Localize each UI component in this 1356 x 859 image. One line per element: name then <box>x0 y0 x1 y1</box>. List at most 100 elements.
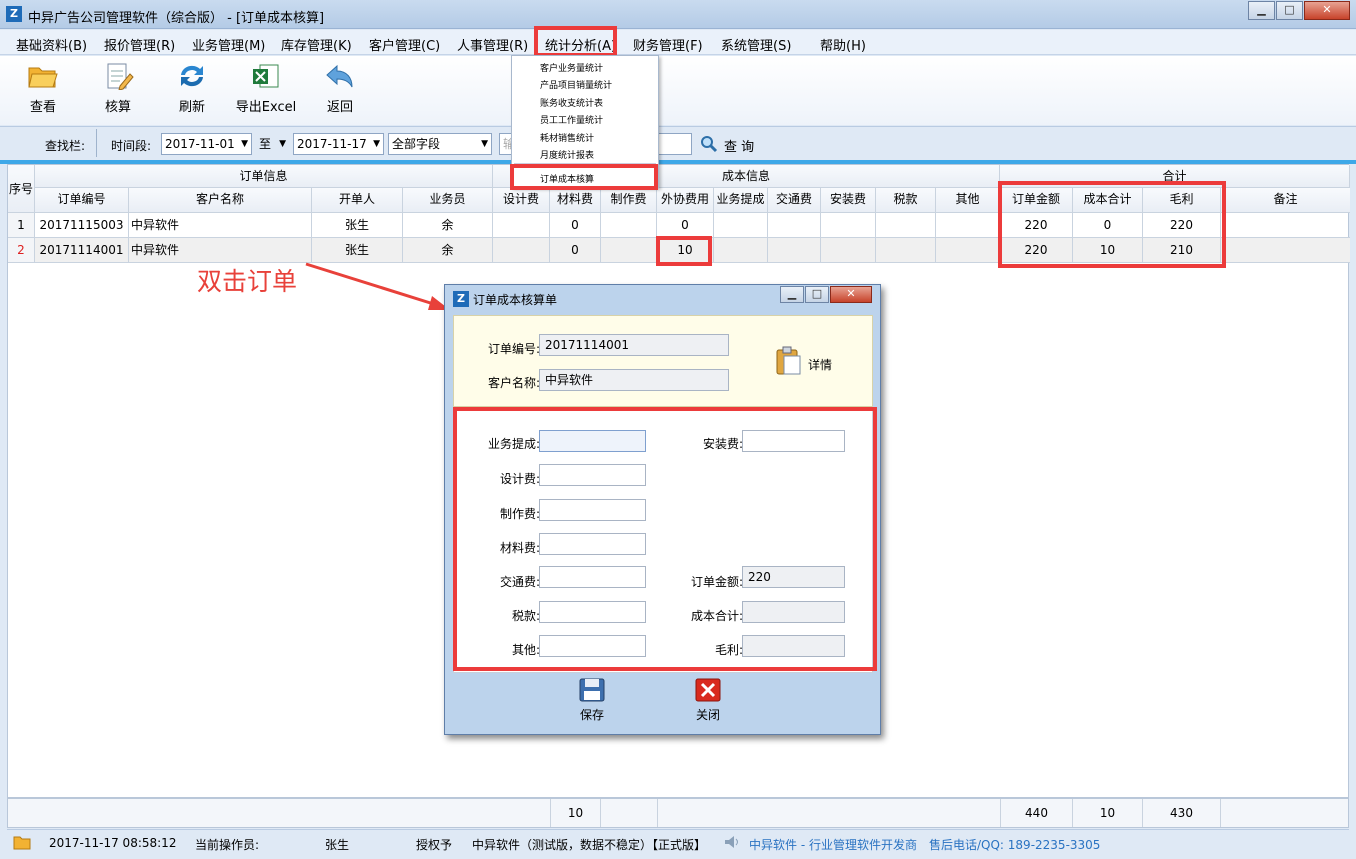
total-outsource: 10 <box>550 799 601 827</box>
col-amount[interactable]: 订单金额 <box>1000 188 1073 213</box>
maximize-button[interactable]: □ <box>1276 1 1303 20</box>
save-button[interactable]: 保存 <box>570 677 614 723</box>
dialog-header-panel: 订单编号: 20171114001 客户名称: 中异软件 详情 <box>453 315 873 407</box>
col-other[interactable]: 其他 <box>936 188 1000 213</box>
calculate-button[interactable]: 核算 <box>88 62 148 115</box>
col-remark[interactable]: 备注 <box>1221 188 1350 213</box>
col-customer[interactable]: 客户名称 <box>129 188 312 213</box>
production-input[interactable] <box>539 499 646 521</box>
cell-install <box>821 238 876 263</box>
menu-item-product-sales[interactable]: 产品项目销量统计 <box>540 78 612 91</box>
clipboard-icon[interactable] <box>774 346 804 376</box>
dialog-logo-icon: Z <box>453 291 469 307</box>
minimize-button[interactable]: ▁ <box>1248 1 1275 20</box>
menu-inventory[interactable]: 库存管理(K) <box>281 35 352 54</box>
col-traffic[interactable]: 交通费 <box>768 188 821 213</box>
field-select[interactable]: 全部字段 ▼ <box>388 133 492 155</box>
col-tax[interactable]: 税款 <box>876 188 936 213</box>
refresh-label: 刷新 <box>178 100 205 115</box>
menu-help[interactable]: 帮助(H) <box>820 35 866 54</box>
menu-item-employee-workload[interactable]: 员工工作量统计 <box>540 113 603 126</box>
total-amount: 440 <box>1000 799 1073 827</box>
col-creator[interactable]: 开单人 <box>312 188 403 213</box>
menu-business[interactable]: 业务管理(M) <box>192 35 265 54</box>
group-total: 合计 <box>1000 165 1350 188</box>
col-install[interactable]: 安装费 <box>821 188 876 213</box>
tax-label: 税款: <box>511 609 540 623</box>
title-bar: Z 中异广告公司管理软件（综合版） - [订单成本核算] ▁ □ ✕ <box>0 0 1356 29</box>
status-operator-label: 当前操作员: <box>195 838 260 852</box>
calculate-label: 核算 <box>104 100 131 115</box>
search-icon[interactable] <box>700 135 718 153</box>
cell-profit: 210 <box>1143 238 1221 263</box>
cell-tax <box>876 238 936 263</box>
design-input[interactable] <box>539 464 646 486</box>
traffic-input[interactable] <box>539 566 646 588</box>
install-label: 安装费: <box>702 437 743 451</box>
totals-row: 10 440 10 430 <box>7 798 1349 828</box>
col-design[interactable]: 设计费 <box>493 188 550 213</box>
refresh-button[interactable]: 刷新 <box>162 62 222 115</box>
app-logo-icon: Z <box>6 6 22 22</box>
col-profit[interactable]: 毛利 <box>1143 188 1221 213</box>
export-excel-button[interactable]: 导出Excel <box>231 62 301 115</box>
cell-commission <box>714 238 768 263</box>
excel-icon <box>253 64 279 88</box>
range-mode-select[interactable]: 至 ▼ <box>255 133 290 155</box>
statistics-dropdown: 客户业务量统计 产品项目销量统计 账务收支统计表 员工工作量统计 耗材销售统计 … <box>511 55 659 188</box>
commission-input[interactable] <box>539 430 646 452</box>
menu-item-account-stats[interactable]: 账务收支统计表 <box>540 96 603 109</box>
menu-item-monthly-report[interactable]: 月度统计报表 <box>540 148 594 161</box>
export-excel-label: 导出Excel <box>235 100 297 115</box>
menu-hr[interactable]: 人事管理(R) <box>457 35 528 54</box>
date-from-select[interactable]: 2017-11-01 ▼ <box>161 133 252 155</box>
menu-system[interactable]: 系统管理(S) <box>721 35 791 54</box>
menu-quote[interactable]: 报价管理(R) <box>104 35 175 54</box>
dialog-maximize-button[interactable]: □ <box>805 286 829 303</box>
menu-customer[interactable]: 客户管理(C) <box>369 35 440 54</box>
production-label: 制作费: <box>499 507 540 521</box>
cell-other <box>936 238 1000 263</box>
cell-order-no: 20171114001 <box>35 238 129 263</box>
col-order-no[interactable]: 订单编号 <box>35 188 129 213</box>
menu-item-material-sales[interactable]: 耗材销售统计 <box>540 131 594 144</box>
detail-button[interactable]: 详情 <box>808 356 832 373</box>
col-commission[interactable]: 业务提成 <box>714 188 768 213</box>
view-label: 查看 <box>29 100 56 115</box>
close-button[interactable]: 关闭 <box>686 677 730 723</box>
col-outsource[interactable]: 外协费用 <box>657 188 714 213</box>
cell-traffic <box>768 238 821 263</box>
install-input[interactable] <box>742 430 845 452</box>
menu-basic-data[interactable]: 基础资料(B) <box>16 35 87 54</box>
menu-finance[interactable]: 财务管理(F) <box>633 35 703 54</box>
menu-statistics[interactable]: 统计分析(A) <box>545 35 616 54</box>
search-button[interactable]: 查 询 <box>724 136 754 155</box>
close-window-button[interactable]: ✕ <box>1304 1 1350 20</box>
dialog-close-button[interactable]: ✕ <box>830 286 872 303</box>
menu-item-order-cost[interactable]: 订单成本核算 <box>540 172 594 185</box>
menu-item-customer-volume[interactable]: 客户业务量统计 <box>540 61 603 74</box>
col-cost-total[interactable]: 成本合计 <box>1073 188 1143 213</box>
date-to-select[interactable]: 2017-11-17 ▼ <box>293 133 384 155</box>
cell-customer: 中异软件 <box>129 213 312 238</box>
cell-amount: 220 <box>1000 238 1073 263</box>
other-label: 其他: <box>511 643 540 657</box>
cell-other <box>936 213 1000 238</box>
tax-input[interactable] <box>539 601 646 623</box>
col-material[interactable]: 材料费 <box>550 188 601 213</box>
dialog-minimize-button[interactable]: ▁ <box>780 286 804 303</box>
amount-field: 220 <box>742 566 845 588</box>
customer-label: 客户名称: <box>487 376 540 390</box>
col-salesman[interactable]: 业务员 <box>403 188 493 213</box>
col-production[interactable]: 制作费 <box>601 188 657 213</box>
view-button[interactable]: 查看 <box>13 62 73 115</box>
cell-remark <box>1221 213 1350 238</box>
back-button[interactable]: 返回 <box>310 62 370 115</box>
menu-bar: 基础资料(B) 报价管理(R) 业务管理(M) 库存管理(K) 客户管理(C) … <box>0 30 1356 55</box>
status-vendor[interactable]: 中异软件 - 行业管理软件开发商 <box>749 836 917 853</box>
cell-amount: 220 <box>1000 213 1073 238</box>
other-input[interactable] <box>539 635 646 657</box>
material-input[interactable] <box>539 533 646 555</box>
col-seq[interactable]: 序号 <box>8 165 35 213</box>
cost-total-field <box>742 601 845 623</box>
